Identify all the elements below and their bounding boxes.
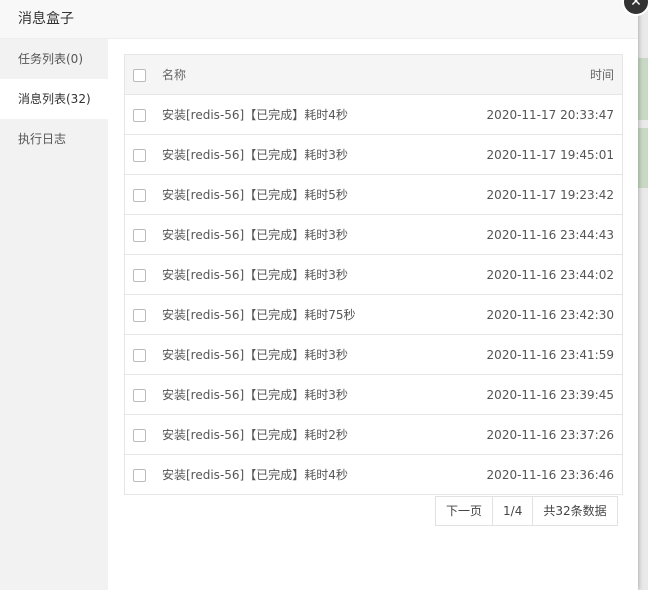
row-name: 安装[redis-56]【已完成】耗时3秒: [162, 214, 433, 255]
table-row: 安装[redis-56]【已完成】耗时3秒 2020-11-16 23:41:5…: [124, 334, 623, 375]
sidebar: 任务列表(0) 消息列表(32) 执行日志: [0, 39, 108, 590]
column-header-name: 名称: [162, 54, 433, 95]
column-header-time: 时间: [432, 54, 623, 95]
row-time: 2020-11-16 23:39:45: [432, 374, 623, 415]
close-icon: ✕: [630, 0, 642, 10]
select-all-checkbox[interactable]: [133, 68, 146, 82]
dialog-title: 消息盒子: [0, 0, 638, 39]
row-checkbox[interactable]: [133, 228, 146, 242]
table-row: 安装[redis-56]【已完成】耗时5秒 2020-11-17 19:23:4…: [124, 174, 623, 215]
row-name: 安装[redis-56]【已完成】耗时5秒: [162, 174, 433, 215]
row-checkbox[interactable]: [133, 108, 146, 122]
next-page-button[interactable]: 下一页: [436, 497, 493, 525]
message-table: 名称 时间 安装[redis-56]【已完成】耗时4秒 2020-11-17 2…: [124, 54, 623, 495]
row-checkbox[interactable]: [133, 188, 146, 202]
row-checkbox[interactable]: [133, 428, 146, 442]
row-name: 安装[redis-56]【已完成】耗时3秒: [162, 134, 433, 175]
row-name: 安装[redis-56]【已完成】耗时4秒: [162, 94, 433, 135]
row-time: 2020-11-17 19:45:01: [432, 134, 623, 175]
table-row: 安装[redis-56]【已完成】耗时4秒 2020-11-17 20:33:4…: [124, 94, 623, 135]
row-name: 安装[redis-56]【已完成】耗时3秒: [162, 334, 433, 375]
table-header-row: 名称 时间: [124, 54, 623, 95]
table-row: 安装[redis-56]【已完成】耗时3秒 2020-11-16 23:39:4…: [124, 374, 623, 415]
background-block: [638, 128, 648, 188]
row-name: 安装[redis-56]【已完成】耗时75秒: [162, 294, 433, 335]
total-count: 共32条数据: [532, 497, 617, 525]
row-name: 安装[redis-56]【已完成】耗时2秒: [162, 414, 433, 455]
row-name: 安装[redis-56]【已完成】耗时3秒: [162, 374, 433, 415]
table-row: 安装[redis-56]【已完成】耗时3秒 2020-11-16 23:44:4…: [124, 214, 623, 255]
message-box-dialog: 消息盒子 ✕ 任务列表(0) 消息列表(32) 执行日志 名称 时间 安装[re…: [0, 0, 648, 590]
row-time: 2020-11-16 23:36:46: [432, 454, 623, 495]
row-checkbox[interactable]: [133, 348, 146, 362]
row-checkbox[interactable]: [133, 388, 146, 402]
message-table-panel: 名称 时间 安装[redis-56]【已完成】耗时4秒 2020-11-17 2…: [124, 54, 623, 495]
table-row: 安装[redis-56]【已完成】耗时75秒 2020-11-16 23:42:…: [124, 294, 623, 335]
pagination: 下一页 1/4 共32条数据: [435, 496, 618, 526]
row-time: 2020-11-16 23:44:02: [432, 254, 623, 295]
row-name: 安装[redis-56]【已完成】耗时3秒: [162, 254, 433, 295]
row-checkbox[interactable]: [133, 468, 146, 482]
row-time: 2020-11-16 23:37:26: [432, 414, 623, 455]
row-checkbox[interactable]: [133, 268, 146, 282]
sidebar-item-message-list[interactable]: 消息列表(32): [0, 79, 108, 119]
sidebar-item-task-list[interactable]: 任务列表(0): [0, 39, 108, 79]
table-row: 安装[redis-56]【已完成】耗时3秒 2020-11-17 19:45:0…: [124, 134, 623, 175]
sidebar-item-execution-log[interactable]: 执行日志: [0, 119, 108, 159]
background-block: [638, 58, 648, 120]
page-indicator: 1/4: [492, 497, 533, 525]
row-checkbox[interactable]: [133, 308, 146, 322]
table-row: 安装[redis-56]【已完成】耗时2秒 2020-11-16 23:37:2…: [124, 414, 623, 455]
table-row: 安装[redis-56]【已完成】耗时4秒 2020-11-16 23:36:4…: [124, 454, 623, 495]
row-name: 安装[redis-56]【已完成】耗时4秒: [162, 454, 433, 495]
row-time: 2020-11-16 23:44:43: [432, 214, 623, 255]
row-time: 2020-11-16 23:41:59: [432, 334, 623, 375]
row-time: 2020-11-17 20:33:47: [432, 94, 623, 135]
row-time: 2020-11-17 19:23:42: [432, 174, 623, 215]
table-row: 安装[redis-56]【已完成】耗时3秒 2020-11-16 23:44:0…: [124, 254, 623, 295]
row-checkbox[interactable]: [133, 148, 146, 162]
row-time: 2020-11-16 23:42:30: [432, 294, 623, 335]
